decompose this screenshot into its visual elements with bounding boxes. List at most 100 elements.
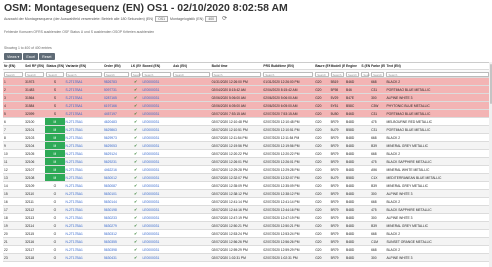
column-search-input[interactable]: Search (330, 71, 345, 77)
table-cell-var[interactable]: N-2T17BA1 (65, 254, 103, 261)
table-row[interactable]: 19 32114 O N-2T17BA1 5630279 ✔ LE0000031 02/07/… (3, 222, 490, 230)
table-row[interactable]: 13 32108 M N-2T17BA1 5630012 ✔ LE0000031 02/07/… (3, 174, 490, 182)
table-cell-order[interactable]: 5629231 (103, 158, 130, 165)
table-cell-boxed[interactable]: LE0000031 (141, 78, 172, 85)
table-cell-order[interactable]: 5630087 (103, 182, 130, 189)
column-search-input[interactable]: Search (173, 71, 210, 77)
table-cell-boxed[interactable]: LE0000031 (141, 102, 172, 109)
table-cell-order[interactable]: 4620483 (103, 118, 130, 125)
table-cell-var[interactable]: N-2T17BA1 (65, 238, 103, 245)
column-search-input[interactable]: Search (361, 71, 370, 77)
table-row[interactable]: 15 32110 O N-2T17BA1 5630101 ✔ LE0000031 02/07/… (3, 190, 490, 198)
table-cell-var[interactable]: S-2T17BA1 (65, 102, 103, 109)
table-row[interactable]: 4 31584 S S-2T17BA1 6197166 ✔ LE0000031 02/06/2… (3, 102, 490, 110)
table-cell-var[interactable]: N-2T17BA1 (65, 206, 103, 213)
table-row[interactable]: 20 32115 O N-2T17BA1 5630312 ✔ LE0000031 02/07/… (3, 230, 490, 238)
table-cell-var[interactable]: N-2T17BA1 (65, 246, 103, 253)
column-search-input[interactable]: Search (346, 71, 360, 77)
column-header[interactable]: Seil RF (EN) (24, 63, 45, 69)
table-cell-order[interactable]: 5630279 (103, 222, 130, 229)
column-search-input[interactable]: Search (46, 71, 64, 77)
table-row[interactable]: 1 31973 S S-2T17BA1 9826783 ✔ LE0000031 01/31/2… (3, 78, 490, 86)
table-row[interactable]: 22 32117 O N-2T17BA1 5630398 ✔ LE0000031 02/07/… (3, 246, 490, 254)
table-cell-boxed[interactable]: LE0000031 (141, 158, 172, 165)
table-cell-var[interactable]: S-2T17BA1 (65, 110, 103, 117)
column-search-input[interactable]: Search (4, 71, 24, 77)
table-cell-var[interactable]: N-2T17BA1 (65, 142, 103, 149)
table-cell-var[interactable]: N-2T17BA1 (65, 166, 103, 173)
table-cell-boxed[interactable]: LE0000031 (141, 94, 172, 101)
table-cell-var[interactable]: N-2T17BA1 (65, 150, 103, 157)
column-search-input[interactable]: Search (263, 71, 314, 77)
table-cell-boxed[interactable]: LE0000031 (141, 142, 172, 149)
table-cell-boxed[interactable]: LE0000031 (141, 166, 172, 173)
column-header[interactable]: Modell (EN) (330, 63, 345, 69)
column-header[interactable]: Build time (211, 63, 263, 69)
table-cell-boxed[interactable]: LE0000031 (141, 198, 172, 205)
table-cell-order[interactable]: 5630144 (103, 198, 130, 205)
table-row[interactable]: 14 32109 O N-2T17BA1 5630087 ✔ LE0000031 02/07/… (3, 182, 490, 190)
table-cell-var[interactable]: S-2T17BA1 (65, 78, 103, 85)
table-row[interactable]: 2 31483 S S-2T17BA1 5097731 ✔ LE0000031 02/04/2… (3, 86, 490, 94)
table-row[interactable]: 3 31564 S S-2T17BA1 0287165 ✔ LE0000031 02/06/2… (3, 94, 490, 102)
table-cell-boxed[interactable]: LE0000031 (141, 214, 172, 221)
table-cell-order[interactable]: 5629863 (103, 126, 130, 133)
table-cell-var[interactable]: N-2T17BA1 (65, 182, 103, 189)
table-row[interactable]: 8 32103 M N-2T17BA1 5629973 ✔ LE0000031 02/07/2… (3, 134, 490, 142)
table-cell-boxed[interactable]: LE0000031 (141, 126, 172, 133)
table-cell-boxed[interactable]: LE0000031 (141, 238, 172, 245)
table-cell-order[interactable]: 9826783 (103, 78, 130, 85)
column-search-input[interactable]: Search (103, 71, 129, 77)
count-select[interactable]: 400 (205, 16, 218, 22)
table-cell-boxed[interactable]: LE0000031 (141, 206, 172, 213)
table-cell-var[interactable]: N-2T17BA1 (65, 158, 103, 165)
refresh-icon[interactable]: ⟳ (222, 16, 227, 22)
column-header[interactable]: Nr (EN) (3, 63, 24, 69)
table-cell-order[interactable]: 5630398 (103, 246, 130, 253)
table-row[interactable]: 11 32106 M N-2T17BA1 5629231 ✔ LE0000031 02/07/… (3, 158, 490, 166)
table-cell-order[interactable]: 5629124 (103, 150, 130, 157)
table-cell-order[interactable]: 4457197 (103, 110, 130, 117)
column-search-input[interactable]: Search (65, 71, 102, 77)
table-row[interactable]: 21 32116 O N-2T17BA1 5630355 ✔ LE0000031 02/07/… (3, 238, 490, 246)
table-cell-boxed[interactable]: LE0000031 (141, 118, 172, 125)
table-cell-order[interactable]: 5630355 (103, 238, 130, 245)
table-cell-var[interactable]: S-2T17BA1 (65, 86, 103, 93)
table-cell-var[interactable]: N-2T17BA1 (65, 134, 103, 141)
table-cell-var[interactable]: N-2T17BA1 (65, 214, 103, 221)
column-header[interactable]: S (EN) (360, 63, 370, 69)
table-cell-boxed[interactable]: LE0000031 (141, 86, 172, 93)
table-cell-order[interactable]: 5630198 (103, 206, 130, 213)
column-search-input[interactable]: Search (315, 71, 329, 77)
table-cell-order[interactable]: 5629053 (103, 142, 130, 149)
table-cell-order[interactable]: 5097731 (103, 86, 130, 93)
table-cell-boxed[interactable]: LE0000031 (141, 150, 172, 157)
table-cell-boxed[interactable]: LE0000031 (141, 174, 172, 181)
column-header[interactable]: Text (EN) (385, 63, 490, 69)
column-header[interactable]: Baure (EN) (314, 63, 329, 69)
column-header[interactable]: Ask (EN) (172, 63, 210, 69)
column-header[interactable]: Variante (EN) (65, 63, 103, 69)
column-search-input[interactable]: Search (130, 71, 141, 77)
scrollbar-thumb[interactable] (489, 64, 492, 104)
table-cell-boxed[interactable]: LE0000031 (141, 254, 172, 261)
table-row[interactable]: 23 32118 O N-2T17BA1 5630431 ✔ LE0000031 02/07/… (3, 254, 490, 262)
table-row[interactable]: 7 32101 M N-2T17BA1 5629863 ✔ LE0000031 02/07/2… (3, 126, 490, 134)
table-row[interactable]: 12 32107 M N-2T17BA1 4462216 ✔ LE0000031 02/07/… (3, 166, 490, 174)
table-cell-order[interactable]: 0287165 (103, 94, 130, 101)
table-row[interactable]: 17 32112 O N-2T17BA1 5630198 ✔ LE0000031 02/07/… (3, 206, 490, 214)
views-button[interactable]: Views ▾ (4, 53, 23, 60)
column-search-input[interactable]: Search (211, 71, 262, 77)
table-cell-var[interactable]: N-2T17BA1 (65, 190, 103, 197)
table-cell-var[interactable]: N-2T17BA1 (65, 126, 103, 133)
table-cell-var[interactable]: N-2T17BA1 (65, 118, 103, 125)
column-header[interactable]: LK (EN) (130, 63, 142, 69)
column-header[interactable]: Farbe (EN) (370, 63, 385, 69)
table-cell-boxed[interactable]: LE0000031 (141, 222, 172, 229)
table-row[interactable]: 6 32100 M N-2T17BA1 4620483 ✔ LE0000031 02/07/2… (3, 118, 490, 126)
table-cell-order[interactable]: 5629973 (103, 134, 130, 141)
excel-button[interactable]: Excel (23, 53, 39, 60)
table-cell-boxed[interactable]: LE0000031 (141, 134, 172, 141)
table-cell-order[interactable]: 5630312 (103, 230, 130, 237)
column-header[interactable]: Status (EN) (45, 63, 64, 69)
